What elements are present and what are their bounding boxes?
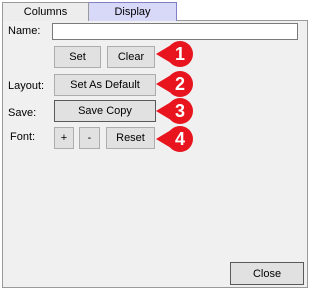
callout-marker-1: 1	[155, 39, 195, 69]
close-button-label: Close	[252, 267, 282, 280]
font-label: Font:	[10, 131, 36, 143]
tab-columns-label: Columns	[23, 6, 68, 18]
callout-marker-4: 4	[155, 124, 195, 154]
close-button[interactable]: Close	[230, 262, 304, 285]
tab-display-label: Display	[114, 6, 151, 18]
set-button-label: Set	[69, 51, 86, 63]
name-input[interactable]	[52, 23, 298, 40]
layout-label: Layout:	[8, 80, 45, 92]
save-copy-button-label: Save Copy	[78, 105, 132, 117]
font-increase-button-label: +	[60, 132, 68, 144]
name-label: Name:	[8, 25, 41, 37]
callout-number-1: 1	[174, 44, 185, 64]
callout-number-4: 4	[174, 129, 185, 149]
tab-display[interactable]: Display	[88, 2, 177, 21]
callout-marker-2: 2	[155, 69, 195, 99]
font-increase-button[interactable]: +	[54, 127, 74, 149]
font-decrease-button[interactable]: -	[79, 127, 100, 149]
set-as-default-button[interactable]: Set As Default	[54, 74, 156, 96]
callout-number-3: 3	[174, 101, 185, 121]
font-decrease-button-label: -	[87, 132, 92, 144]
callout-marker-3: 3	[155, 96, 195, 126]
font-reset-button-label: Reset	[116, 132, 145, 144]
set-as-default-button-label: Set As Default	[70, 79, 140, 91]
font-reset-button[interactable]: Reset	[106, 127, 155, 149]
save-copy-button[interactable]: Save Copy	[54, 100, 156, 122]
save-label: Save:	[8, 107, 37, 119]
callout-number-2: 2	[174, 74, 185, 94]
set-button[interactable]: Set	[54, 46, 101, 68]
tab-columns[interactable]: Columns	[2, 2, 89, 21]
clear-button[interactable]: Clear	[107, 46, 155, 68]
clear-button-label: Clear	[117, 51, 145, 63]
